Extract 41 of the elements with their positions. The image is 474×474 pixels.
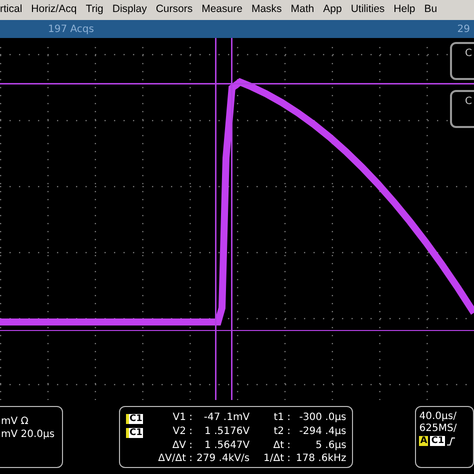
readout-value: -294 .4µs — [298, 426, 346, 439]
sample-rate: 625MS/ — [419, 423, 458, 435]
readout-label: ΔV : — [171, 440, 194, 452]
readout-label: ΔV/Δt : — [157, 453, 194, 466]
readout-label: V1 : — [172, 412, 194, 425]
readout-text: mV 20.0µs — [1, 428, 56, 441]
readout-text: mV Ω — [1, 415, 30, 428]
readout-value: 178 .6kHz — [294, 453, 346, 466]
menu-item[interactable]: App — [323, 2, 342, 18]
side-menu-button[interactable]: C — [450, 90, 474, 128]
readout-label: Δt : — [272, 440, 292, 452]
menu-item[interactable]: rtical — [0, 2, 22, 18]
readout-value: 1 .5176V — [204, 426, 250, 439]
side-menu-button[interactable]: C — [450, 42, 474, 80]
readout-value: 279 .4kV/s — [196, 453, 250, 466]
menu-item[interactable]: Measure — [202, 2, 242, 18]
readout-label: t2 : — [272, 426, 292, 439]
menu-item[interactable]: Help — [394, 2, 416, 18]
readout-label: t1 : — [272, 412, 292, 425]
menu-item[interactable]: Math — [290, 2, 314, 18]
channel-badge: C1 — [430, 436, 446, 446]
menu-item[interactable]: Masks — [251, 2, 282, 18]
readout-label: 1/Δt : — [262, 453, 292, 466]
trigger-badge: A — [419, 436, 428, 446]
horizontal-scale: 40.0µs/ — [419, 411, 458, 423]
menu-item[interactable]: Bu — [424, 2, 438, 18]
channel-badge: C1 — [126, 428, 144, 438]
menu-item[interactable]: Utilities — [350, 2, 385, 18]
menu-item[interactable]: Horiz/Acq — [31, 2, 77, 18]
readout-value: -47 .1mV — [202, 412, 250, 425]
readout-value: -300 .0µs — [298, 412, 346, 425]
readout-label: V2 : — [172, 426, 194, 439]
menu-item[interactable]: Trig — [86, 2, 104, 18]
menu-item[interactable]: Cursors — [156, 2, 193, 18]
channel-badge: C1 — [126, 414, 144, 424]
status-value: 29 — [457, 22, 470, 36]
readout-value: 5 .6µs — [314, 440, 346, 452]
menu-item[interactable]: Display — [112, 2, 147, 18]
rising-edge-icon — [447, 436, 456, 446]
acquisition-count: 197 Acqs — [48, 22, 94, 36]
readout-value: 1 .5647V — [204, 440, 250, 452]
